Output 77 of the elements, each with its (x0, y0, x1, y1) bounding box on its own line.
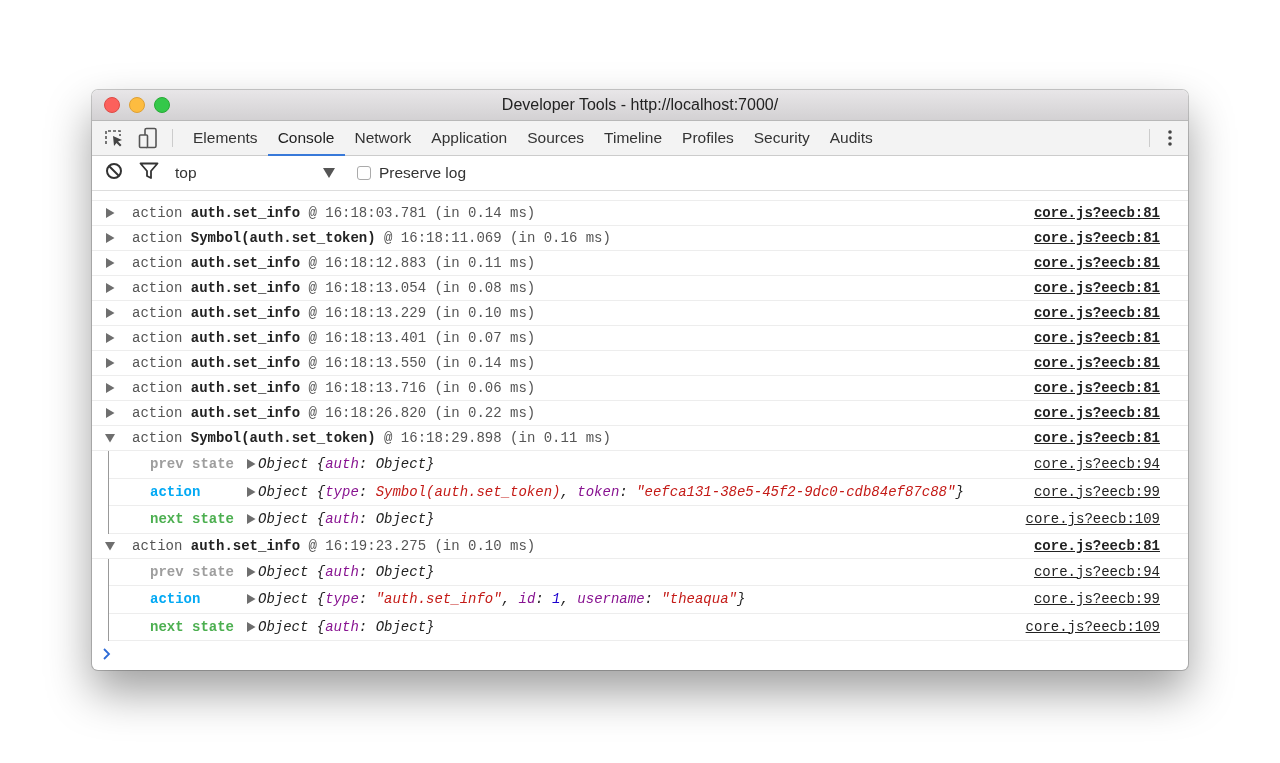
source-link[interactable]: core.js?eecb:99 (1033, 591, 1160, 608)
log-message: action auth.set_info @ 16:18:26.820 (in 0.22 ms) (132, 405, 537, 421)
source-link[interactable]: core.js?eecb:81 (1033, 380, 1160, 396)
tab[interactable]: Profiles (672, 121, 744, 156)
collapsed-arrow-icon[interactable] (246, 594, 256, 605)
collapsed-arrow-icon[interactable] (105, 308, 115, 318)
log-message: action auth.set_info @ 16:18:13.054 (in 0.08 ms) (132, 280, 537, 296)
source-link[interactable]: core.js?eecb:81 (1033, 405, 1160, 421)
expanded-arrow-icon[interactable] (105, 540, 115, 551)
tab[interactable]: Elements (183, 121, 268, 156)
source-link[interactable]: core.js?eecb:94 (1033, 456, 1160, 473)
tab[interactable]: Timeline (594, 121, 673, 156)
dropdown-arrow-icon (323, 168, 335, 178)
tab[interactable]: Application (421, 121, 518, 156)
filter-icon[interactable] (139, 162, 159, 180)
collapsed-arrow-icon[interactable] (246, 621, 256, 632)
tab[interactable]: Security (743, 121, 820, 156)
window-title: Developer Tools - http://localhost:7000/ (500, 96, 780, 114)
object-preview: Object {auth: Object} (258, 511, 435, 528)
source-link[interactable]: core.js?eecb:81 (1033, 330, 1160, 346)
inspect-element-icon[interactable] (104, 128, 124, 148)
source-link[interactable]: core.js?eecb:81 (1033, 305, 1160, 321)
object-preview: Object {type: Symbol(auth.set_token), token: "eefca131-38e5-45f2-9dc0-cdb84ef87c88"} (258, 483, 964, 500)
context-dropdown[interactable]: top (175, 164, 341, 182)
more-options-icon[interactable] (1168, 129, 1172, 147)
tab[interactable]: Audits (819, 121, 883, 156)
source-link[interactable]: core.js?eecb:99 (1033, 483, 1160, 500)
source-link[interactable]: core.js?eecb:81 (1033, 430, 1160, 446)
source-link[interactable]: core.js?eecb:109 (1025, 511, 1160, 528)
log-message: action auth.set_info @ 16:19:23.275 (in 0.10 ms) (132, 537, 537, 554)
collapsed-arrow-icon[interactable] (105, 358, 115, 368)
log-label: prev state (149, 456, 235, 473)
collapsed-arrow-icon[interactable] (246, 459, 256, 470)
object-preview: Object {auth: Object} (258, 456, 435, 473)
source-link[interactable]: core.js?eecb:94 (1033, 563, 1160, 580)
collapsed-arrow-icon[interactable] (105, 333, 115, 343)
collapsed-arrow-icon[interactable] (105, 408, 115, 418)
source-link[interactable]: core.js?eecb:81 (1033, 355, 1160, 371)
log-message: action auth.set_info @ 16:18:03.781 (in 0.14 ms) (132, 205, 537, 221)
collapsed-arrow-icon[interactable] (105, 208, 115, 218)
expanded-arrow-icon[interactable] (105, 433, 115, 443)
log-label: next state (149, 618, 235, 635)
checkbox-label: Preserve log (379, 164, 466, 182)
checkbox[interactable] (357, 166, 371, 180)
source-link[interactable]: core.js?eecb:109 (1025, 618, 1160, 635)
source-link[interactable]: core.js?eecb:81 (1033, 205, 1160, 221)
log-message: action Symbol(auth.set_token) @ 16:18:11.069 (in 0.16 ms) (132, 230, 612, 246)
log-message: action Symbol(auth.set_token) @ 16:18:29.898 (in 0.11 ms) (132, 430, 612, 446)
collapsed-arrow-icon[interactable] (105, 383, 115, 393)
object-preview: Object {auth: Object} (258, 618, 435, 635)
collapsed-arrow-icon[interactable] (105, 233, 115, 243)
log-label: action (149, 483, 202, 500)
prompt-icon (103, 648, 111, 660)
log-message: action auth.set_info @ 16:18:13.550 (in 0.14 ms) (132, 355, 537, 371)
collapsed-arrow-icon[interactable] (246, 566, 256, 577)
device-toolbar-icon[interactable] (138, 127, 158, 149)
source-link[interactable]: core.js?eecb:81 (1033, 255, 1160, 271)
log-message: action auth.set_info @ 16:18:13.229 (in 0.10 ms) (132, 305, 537, 321)
collapsed-arrow-icon[interactable] (246, 514, 256, 525)
log-label: action (149, 591, 202, 608)
clear-console-icon[interactable] (105, 162, 123, 180)
log-label: prev state (149, 563, 235, 580)
close-button[interactable] (104, 97, 120, 113)
object-preview: Object {type: "auth.set_info", id: 1, username: "theaqua"} (258, 591, 746, 608)
source-link[interactable]: core.js?eecb:81 (1033, 230, 1160, 246)
log-message: action auth.set_info @ 16:18:12.883 (in 0.11 ms) (132, 255, 537, 271)
log-label: next state (149, 511, 235, 528)
collapsed-arrow-icon[interactable] (105, 258, 115, 268)
log-message: action auth.set_info @ 16:18:13.716 (in 0.06 ms) (132, 380, 537, 396)
object-preview: Object {auth: Object} (258, 563, 435, 580)
source-link[interactable]: core.js?eecb:81 (1033, 537, 1160, 554)
tab[interactable]: Network (344, 121, 422, 156)
tab[interactable]: Sources (517, 121, 595, 156)
collapsed-arrow-icon[interactable] (105, 283, 115, 293)
log-message: action auth.set_info @ 16:18:13.401 (in 0.07 ms) (132, 330, 537, 346)
source-link[interactable]: core.js?eecb:81 (1033, 280, 1160, 296)
collapsed-arrow-icon[interactable] (246, 486, 256, 497)
